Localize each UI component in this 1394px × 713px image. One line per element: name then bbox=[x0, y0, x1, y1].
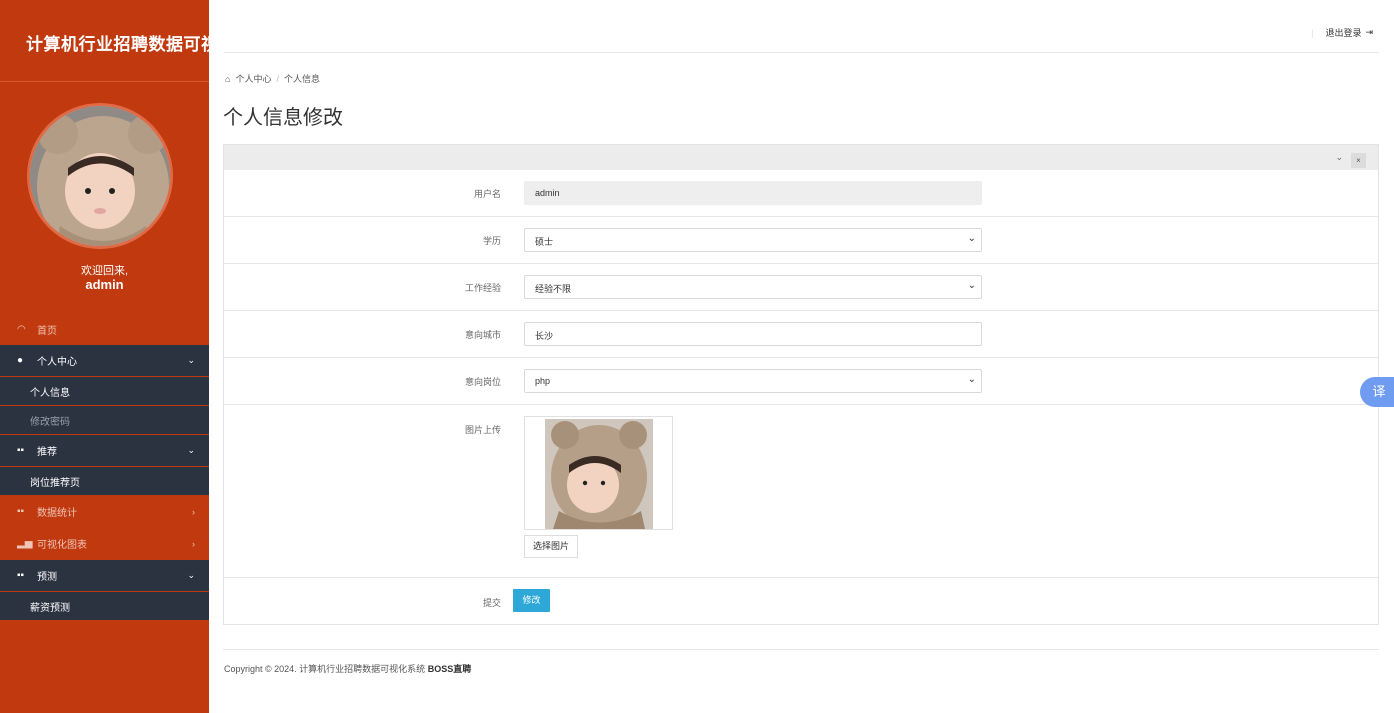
education-value: 硕士 bbox=[535, 237, 554, 247]
form-row-username: 用户名 admin bbox=[224, 170, 1378, 217]
education-select[interactable]: 硕士 ⌄ bbox=[524, 228, 982, 252]
modify-button[interactable]: 修改 bbox=[513, 589, 550, 612]
grid-icon: ▪▪ bbox=[17, 506, 25, 517]
sidebar-item-recommend[interactable]: ▪▪ 推荐 ⌄ bbox=[0, 435, 209, 467]
experience-value: 经验不限 bbox=[535, 284, 572, 294]
logout-button[interactable]: | 退出登录 ⇥ bbox=[1311, 26, 1373, 39]
close-icon[interactable]: × bbox=[1351, 153, 1366, 168]
chevron-right-icon: › bbox=[192, 506, 195, 517]
dashboard-icon: ◠ bbox=[17, 323, 26, 335]
image-label: 图片上传 bbox=[464, 425, 501, 435]
sidebar-item-home[interactable]: ◠ 首页 bbox=[0, 313, 209, 345]
breadcrumb-current: 个人信息 bbox=[283, 74, 320, 84]
app-brand: 计算机行业招聘数据可视化 bbox=[0, 0, 209, 82]
sidebar: 计算机行业招聘数据可视化 欢迎回来, admin ◠ 首页 ● 个人中心 ⌄ 个… bbox=[0, 0, 209, 713]
chevron-down-icon: ⌄ bbox=[187, 445, 195, 455]
chevron-down-icon: ⌄ bbox=[187, 570, 195, 580]
breadcrumb-link[interactable]: 个人中心 bbox=[235, 72, 271, 85]
sidebar-item-statistics[interactable]: ▪▪ 数据统计 › bbox=[0, 496, 209, 528]
translate-button[interactable]: 译 bbox=[1360, 377, 1394, 407]
education-label: 学历 bbox=[482, 236, 501, 246]
uploaded-photo bbox=[545, 419, 653, 529]
city-label: 意向城市 bbox=[464, 330, 501, 340]
sidebar-item-label: 数据统计 bbox=[37, 508, 77, 519]
logout-icon: ⇥ bbox=[1365, 27, 1373, 37]
city-input[interactable]: 长沙 bbox=[524, 322, 982, 346]
bar-chart-icon: ▂▅ bbox=[17, 538, 33, 549]
form-panel: ⌄ × 用户名 admin 学历 硕士 ⌄ 工作经验 经验不限 ⌄ 意向城市 长… bbox=[223, 144, 1379, 625]
breadcrumb-separator: / bbox=[276, 73, 279, 84]
sidebar-item-change-password[interactable]: 修改密码 bbox=[0, 406, 209, 435]
grid-icon: ▪▪ bbox=[17, 445, 25, 456]
logout-label: 退出登录 bbox=[1325, 28, 1362, 38]
chevron-down-icon: ⌄ bbox=[967, 233, 976, 244]
sidebar-item-personal-info[interactable]: 个人信息 bbox=[0, 377, 209, 406]
footer-divider bbox=[223, 649, 1379, 650]
chevron-down-icon: ⌄ bbox=[967, 374, 976, 385]
divider: | bbox=[1311, 27, 1314, 38]
sidebar-item-label: 推荐 bbox=[37, 447, 57, 458]
user-icon: ● bbox=[17, 355, 24, 366]
chevron-down-icon: ⌄ bbox=[967, 280, 976, 291]
form-row-image: 图片上传 选择图片 bbox=[224, 405, 1378, 578]
panel-header: ⌄ × bbox=[224, 145, 1378, 170]
sidebar-username: admin bbox=[85, 277, 124, 292]
sidebar-item-label: 个人中心 bbox=[37, 357, 77, 368]
sidebar-menu: ◠ 首页 ● 个人中心 ⌄ 个人信息 修改密码 ▪▪ 推荐 ⌄ 岗位推荐页 ▪▪… bbox=[0, 313, 209, 621]
grid-icon: ▪▪ bbox=[17, 570, 25, 581]
username-field: admin bbox=[524, 181, 982, 205]
submit-label: 提交 bbox=[482, 598, 501, 608]
sidebar-item-charts[interactable]: ▂▅ 可视化图表 › bbox=[0, 528, 209, 560]
top-bar: | 退出登录 ⇥ bbox=[224, 0, 1379, 53]
copyright-text: Copyright © 2024. 计算机行业招聘数据可视化系统 bbox=[224, 664, 426, 674]
sidebar-item-personal-center[interactable]: ● 个人中心 ⌄ bbox=[0, 345, 209, 377]
form-row-education: 学历 硕士 ⌄ bbox=[224, 217, 1378, 264]
sidebar-item-label: 预测 bbox=[37, 572, 57, 583]
sidebar-item-label: 修改密码 bbox=[30, 416, 70, 428]
experience-select[interactable]: 经验不限 ⌄ bbox=[524, 275, 982, 299]
welcome-text: 欢迎回来, bbox=[80, 265, 129, 277]
sidebar-item-salary-predict[interactable]: 薪资预测 bbox=[0, 592, 209, 621]
sidebar-item-label: 薪资预测 bbox=[30, 602, 70, 614]
copyright-brand: BOSS直聘 bbox=[427, 664, 472, 674]
form-row-position: 意向岗位 php ⌄ bbox=[224, 358, 1378, 405]
footer-copyright: Copyright © 2024. 计算机行业招聘数据可视化系统 BOSS直聘 bbox=[224, 662, 471, 675]
experience-label: 工作经验 bbox=[464, 283, 501, 293]
image-preview bbox=[524, 416, 673, 530]
choose-image-button[interactable]: 选择图片 bbox=[524, 535, 579, 558]
home-icon: ⌂ bbox=[225, 73, 231, 84]
sidebar-item-label: 岗位推荐页 bbox=[30, 477, 80, 489]
page-title: 个人信息修改 bbox=[223, 107, 343, 129]
form-row-city: 意向城市 长沙 bbox=[224, 311, 1378, 358]
collapse-icon[interactable]: ⌄ bbox=[1335, 152, 1343, 163]
chevron-down-icon: ⌄ bbox=[187, 355, 195, 365]
position-value: php bbox=[535, 376, 551, 386]
sidebar-item-label: 可视化图表 bbox=[37, 540, 87, 551]
username-label: 用户名 bbox=[473, 189, 501, 199]
position-select[interactable]: php ⌄ bbox=[524, 369, 982, 393]
form-row-submit: 提交 修改 bbox=[224, 578, 1378, 624]
sidebar-item-predict[interactable]: ▪▪ 预测 ⌄ bbox=[0, 560, 209, 592]
chevron-right-icon: › bbox=[192, 538, 195, 549]
breadcrumb: ⌂ 个人中心 / 个人信息 bbox=[225, 72, 320, 85]
sidebar-item-job-recommend[interactable]: 岗位推荐页 bbox=[0, 467, 209, 496]
sidebar-item-label: 个人信息 bbox=[30, 387, 70, 399]
position-label: 意向岗位 bbox=[464, 377, 501, 387]
form-row-experience: 工作经验 经验不限 ⌄ bbox=[224, 264, 1378, 311]
avatar bbox=[27, 103, 173, 249]
sidebar-item-label: 首页 bbox=[37, 325, 57, 337]
